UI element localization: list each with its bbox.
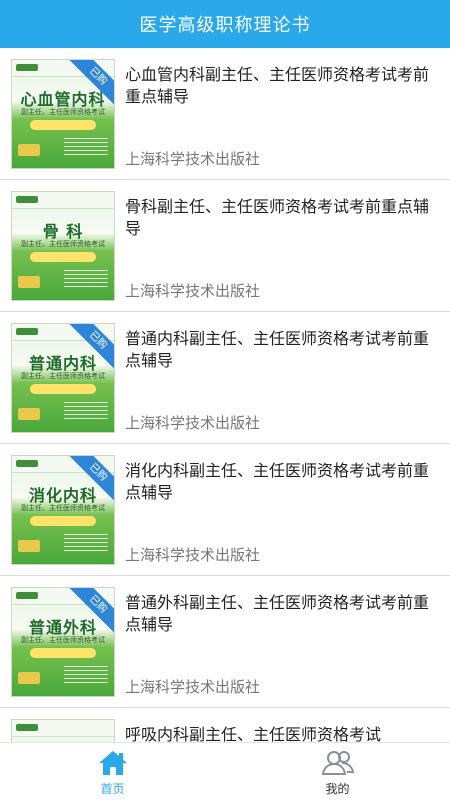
book-publisher: 上海科学技术出版社 (125, 546, 261, 564)
book-title[interactable]: 普通外科副主任、主任医师资格考试考前重点辅导 (125, 592, 435, 636)
book-list-item[interactable]: 消化内科 副主任、主任医师资格考试 已购 消化内科副主任、主任医师资格考试考前重… (0, 444, 450, 576)
book-cover (12, 720, 114, 742)
tab-home[interactable]: 首页 (0, 743, 225, 801)
book-list[interactable]: 心血管内科 副主任、主任医师资格考试 已购 心血管内科副主任、主任医师资格考试考… (0, 48, 450, 742)
tab-mine-label: 我的 (325, 782, 350, 796)
app-header: 医学高级职称理论书 (0, 0, 450, 48)
book-publisher: 上海科学技术出版社 (125, 678, 261, 696)
bottom-tab-bar: 首页 我的 (0, 742, 450, 801)
book-cover: 消化内科 副主任、主任医师资格考试 已购 (12, 456, 114, 564)
publisher-logo-icon (16, 196, 38, 203)
book-title[interactable]: 心血管内科副主任、主任医师资格考试考前重点辅导 (125, 64, 435, 108)
book-publisher: 上海科学技术出版社 (125, 150, 261, 168)
book-cover: 骨 科 副主任、主任医师资格考试 (12, 192, 114, 300)
book-title[interactable]: 骨科副主任、主任医师资格考试考前重点辅导 (125, 196, 435, 240)
page-title: 医学高级职称理论书 (139, 15, 311, 36)
home-icon (98, 751, 127, 775)
tab-home-label: 首页 (100, 782, 125, 796)
tab-mine[interactable]: 我的 (225, 743, 450, 801)
publisher-logo-icon (16, 592, 38, 599)
publisher-logo-icon (16, 328, 38, 335)
book-list-item[interactable]: 普通外科 副主任、主任医师资格考试 已购 普通外科副主任、主任医师资格考试考前重… (0, 576, 450, 708)
book-title[interactable]: 消化内科副主任、主任医师资格考试考前重点辅导 (125, 460, 435, 504)
book-list-item[interactable]: 普通内科 副主任、主任医师资格考试 已购 普通内科副主任、主任医师资格考试考前重… (0, 312, 450, 444)
book-cover: 心血管内科 副主任、主任医师资格考试 已购 (12, 60, 114, 168)
book-cover: 普通内科 副主任、主任医师资格考试 已购 (12, 324, 114, 432)
book-publisher: 上海科学技术出版社 (125, 282, 261, 300)
book-title[interactable]: 呼吸内科副主任、主任医师资格考试 (125, 724, 435, 742)
book-list-item[interactable]: 心血管内科 副主任、主任医师资格考试 已购 心血管内科副主任、主任医师资格考试考… (0, 48, 450, 180)
book-cover: 普通外科 副主任、主任医师资格考试 已购 (12, 588, 114, 696)
publisher-logo-icon (16, 724, 38, 731)
book-list-item[interactable]: 骨 科 副主任、主任医师资格考试 骨科副主任、主任医师资格考试考前重点辅导 上海… (0, 180, 450, 312)
book-list-item[interactable]: 呼吸内科副主任、主任医师资格考试 (0, 708, 450, 742)
publisher-logo-icon (16, 64, 38, 71)
book-title[interactable]: 普通内科副主任、主任医师资格考试考前重点辅导 (125, 328, 435, 372)
book-publisher: 上海科学技术出版社 (125, 414, 261, 432)
publisher-logo-icon (16, 460, 38, 467)
users-icon (321, 751, 354, 775)
